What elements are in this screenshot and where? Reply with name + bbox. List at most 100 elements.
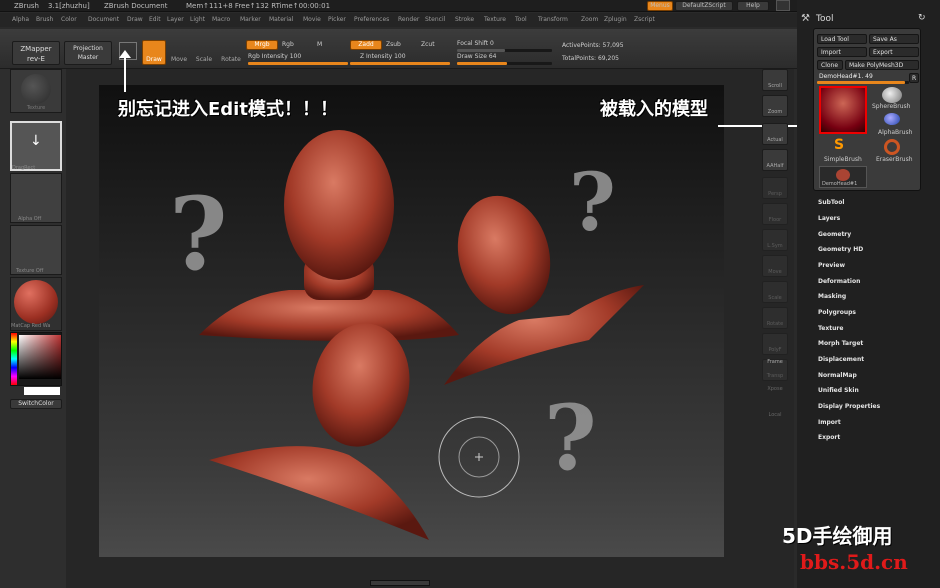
scale-button[interactable]: Scale xyxy=(193,42,215,64)
menu-zplugin[interactable]: Zplugin xyxy=(604,16,627,23)
r-button[interactable]: R xyxy=(909,73,919,83)
menus-button[interactable]: Menus xyxy=(647,1,673,11)
normalmap-palette[interactable]: NormalMap xyxy=(818,372,857,379)
menu-zscript[interactable]: Zscript xyxy=(634,16,655,23)
z-intensity-track[interactable] xyxy=(350,62,450,65)
unified-skin-palette[interactable]: Unified Skin xyxy=(818,387,859,394)
switch-color-button[interactable]: SwitchColor xyxy=(10,399,62,409)
hue-strip[interactable] xyxy=(11,333,17,385)
menu-zoom[interactable]: Zoom xyxy=(581,16,598,23)
draw-button[interactable]: Draw xyxy=(142,40,166,65)
menu-alpha[interactable]: Alpha xyxy=(12,16,29,23)
subtool-palette[interactable]: SubTool xyxy=(818,199,844,206)
zoom-button[interactable]: Zoom xyxy=(762,95,788,117)
morph-target-palette[interactable]: Morph Target xyxy=(818,340,863,347)
scroll-button[interactable]: Scroll xyxy=(762,69,788,91)
zadd-button[interactable]: Zadd xyxy=(350,40,382,50)
import-palette[interactable]: Import xyxy=(818,419,841,426)
menu-macro[interactable]: Macro xyxy=(212,16,230,23)
demohead-thumb[interactable] xyxy=(819,86,867,134)
geometry-palette[interactable]: Geometry xyxy=(818,231,851,238)
zmapper-button[interactable]: ZMapper rev-E xyxy=(12,41,60,65)
menu-tool[interactable]: Tool xyxy=(515,16,527,23)
geometry-hd-palette[interactable]: Geometry HD xyxy=(818,246,863,253)
rotate-button[interactable]: Rotate xyxy=(218,42,244,64)
menu-light[interactable]: Light xyxy=(190,16,205,23)
help-button[interactable]: Help xyxy=(737,1,769,11)
eraser-brush-icon[interactable] xyxy=(884,139,900,155)
scale-view-button[interactable]: Scale xyxy=(762,281,788,303)
menu-transform[interactable]: Transform xyxy=(538,16,568,23)
menu-preferences[interactable]: Preferences xyxy=(354,16,389,23)
layers-palette[interactable]: Layers xyxy=(818,215,840,222)
color-picker[interactable] xyxy=(10,332,62,386)
draw-size-slider[interactable]: Draw Size 64 xyxy=(457,53,496,60)
draw-size-label: Draw Size xyxy=(457,53,487,60)
deformation-palette[interactable]: Deformation xyxy=(818,278,860,285)
draw-size-track[interactable] xyxy=(457,62,552,65)
xpose-button[interactable]: Xpose xyxy=(762,372,788,394)
menu-stencil[interactable]: Stencil xyxy=(425,16,445,23)
masking-palette[interactable]: Masking xyxy=(818,293,846,300)
dragrect-slot[interactable]: ↓ xyxy=(10,121,62,171)
menu-picker[interactable]: Picker xyxy=(328,16,346,23)
rgb-intensity-track[interactable] xyxy=(248,62,348,65)
menu-draw[interactable]: Draw xyxy=(127,16,143,23)
projection-master-button[interactable]: Projection Master xyxy=(64,41,112,65)
menu-render[interactable]: Render xyxy=(398,16,419,23)
mrgb-button[interactable]: Mrgb xyxy=(246,40,278,50)
menu-color[interactable]: Color xyxy=(61,16,77,23)
frame-button[interactable]: Frame xyxy=(762,345,788,367)
focal-shift-track[interactable] xyxy=(457,49,552,52)
menu-stroke[interactable]: Stroke xyxy=(455,16,474,23)
default-zscript-button[interactable]: DefaultZScript xyxy=(675,1,733,11)
move-view-button[interactable]: Move xyxy=(762,255,788,277)
menu-material[interactable]: Material xyxy=(269,16,293,23)
export-palette[interactable]: Export xyxy=(818,434,840,441)
clone-button[interactable]: Clone xyxy=(817,60,843,70)
import-tool-button[interactable]: Import xyxy=(817,47,867,57)
sphere-brush-icon[interactable] xyxy=(882,87,902,103)
lsym-button[interactable]: L.Sym xyxy=(762,229,788,251)
document-canvas[interactable]: ? ? ? xyxy=(99,85,724,557)
zsub-button[interactable]: Zsub xyxy=(386,41,401,48)
zcut-button[interactable]: Zcut xyxy=(421,41,435,48)
tool-slider[interactable] xyxy=(817,81,909,84)
menu-edit[interactable]: Edit xyxy=(149,16,161,23)
refresh-icon[interactable]: ↻ xyxy=(918,13,926,23)
demohead-small-thumb[interactable]: DemoHead#1 xyxy=(819,166,867,188)
preview-palette[interactable]: Preview xyxy=(818,262,845,269)
texture-slot[interactable]: Texture xyxy=(10,69,62,113)
aahalf-button[interactable]: AAHalf xyxy=(762,149,788,171)
texture-palette[interactable]: Texture xyxy=(818,325,843,332)
actual-button[interactable]: Actual xyxy=(762,123,788,145)
rgb-intensity-slider[interactable]: Rgb Intensity 100 xyxy=(248,53,301,60)
bottom-scroll-handle[interactable] xyxy=(370,580,430,586)
load-tool-button[interactable]: Load Tool xyxy=(817,34,867,44)
save-as-button[interactable]: Save As xyxy=(869,34,919,44)
rgb-button[interactable]: Rgb xyxy=(282,41,294,48)
menu-document[interactable]: Document xyxy=(88,16,119,23)
polygroups-palette[interactable]: Polygroups xyxy=(818,309,856,316)
secondary-color-swatch[interactable] xyxy=(24,387,60,395)
menu-layer[interactable]: Layer xyxy=(167,16,184,23)
z-intensity-slider[interactable]: Z Intensity 100 xyxy=(360,53,406,60)
m-button[interactable]: M xyxy=(317,41,322,48)
local-button[interactable]: Local xyxy=(762,398,788,420)
make-polymesh-button[interactable]: Make PolyMesh3D xyxy=(845,60,919,70)
menu-movie[interactable]: Movie xyxy=(303,16,321,23)
display-properties-palette[interactable]: Display Properties xyxy=(818,403,880,410)
floor-button[interactable]: Floor xyxy=(762,203,788,225)
simple-brush-icon[interactable]: S xyxy=(834,137,844,153)
menu-texture[interactable]: Texture xyxy=(484,16,506,23)
move-button[interactable]: Move xyxy=(168,42,190,64)
menu-marker[interactable]: Marker xyxy=(240,16,261,23)
rotate-view-button[interactable]: Rotate xyxy=(762,307,788,329)
alpha-brush-icon[interactable] xyxy=(884,113,900,125)
export-tool-button[interactable]: Export xyxy=(869,47,919,57)
menu-brush[interactable]: Brush xyxy=(36,16,53,23)
displacement-palette[interactable]: Displacement xyxy=(818,356,864,363)
window-buttons[interactable] xyxy=(776,0,790,11)
focal-shift-slider[interactable]: Focal Shift 0 xyxy=(457,40,494,47)
persp-button[interactable]: Persp xyxy=(762,177,788,199)
